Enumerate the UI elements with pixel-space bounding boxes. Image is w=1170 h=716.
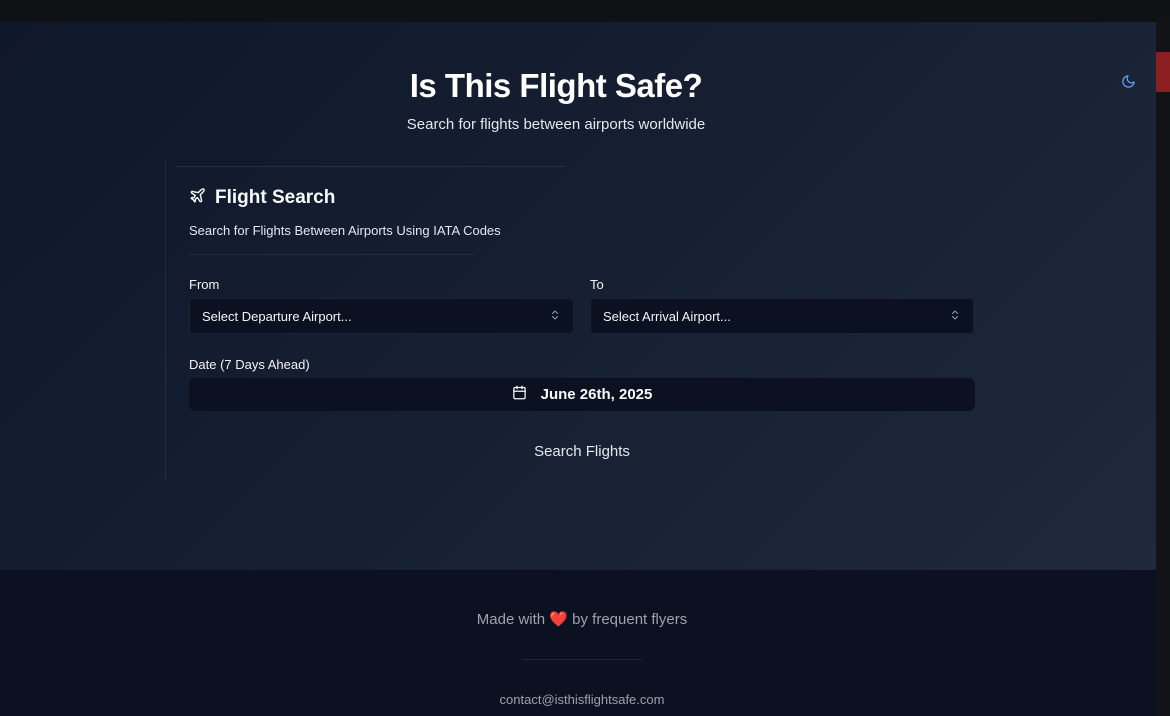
card-header: Flight Search [189, 187, 335, 209]
card-description: Search for Flights Between Airports Usin… [189, 223, 501, 238]
chevrons-up-down-icon [949, 309, 961, 324]
background-accent [1156, 52, 1170, 92]
from-label: From [189, 277, 220, 292]
page-subtitle: Search for flights between airports worl… [406, 116, 706, 133]
arrival-airport-select[interactable]: Select Arrival Airport... [590, 298, 974, 334]
plane-icon [189, 187, 206, 209]
footer: Made with ❤️ by frequent flyers contact@… [0, 570, 1156, 716]
heart-icon: ❤️ [549, 611, 568, 628]
card-title: Flight Search [215, 187, 336, 208]
contact-email-link[interactable]: contact@isthisflightsafe.com [0, 692, 1164, 707]
arrival-select-placeholder: Select Arrival Airport... [603, 308, 731, 324]
to-label: To [590, 277, 604, 292]
footer-tagline: Made with ❤️ by frequent flyers [0, 610, 1164, 628]
footer-tagline-suffix: by frequent flyers [572, 611, 688, 628]
page-title: Is This Flight Safe? [409, 67, 703, 104]
divider [189, 254, 474, 255]
chevrons-up-down-icon [549, 309, 561, 324]
departure-airport-select[interactable]: Select Departure Airport... [189, 298, 574, 334]
background-browser-strip [0, 0, 1170, 22]
date-value: June 26th, 2025 [540, 386, 653, 403]
departure-select-placeholder: Select Departure Airport... [202, 308, 352, 324]
divider [522, 659, 642, 660]
date-picker-button[interactable]: June 26th, 2025 [189, 378, 975, 411]
footer-tagline-prefix: Made with [476, 611, 546, 628]
theme-toggle-button[interactable] [1118, 74, 1138, 94]
search-flights-button[interactable]: Search Flights [189, 434, 975, 468]
calendar-icon [512, 385, 527, 404]
date-label: Date (7 Days Ahead) [189, 357, 310, 372]
moon-icon [1121, 74, 1136, 94]
